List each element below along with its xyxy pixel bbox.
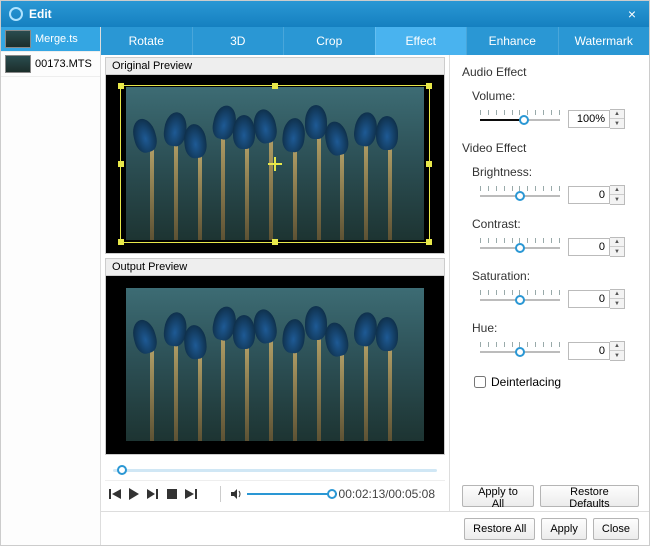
spin-down[interactable]: ▼ xyxy=(610,351,624,360)
file-name: Merge.ts xyxy=(35,33,78,45)
spin-down[interactable]: ▼ xyxy=(610,299,624,308)
hue-label: Hue: xyxy=(472,321,639,335)
file-name: 00173.MTS xyxy=(35,58,92,70)
spin-up[interactable]: ▲ xyxy=(610,342,624,351)
timeline-slider[interactable] xyxy=(107,463,443,476)
spin-down[interactable]: ▼ xyxy=(610,195,624,204)
video-effect-title: Video Effect xyxy=(462,141,639,155)
next-button[interactable] xyxy=(183,485,200,503)
deinterlacing-checkbox[interactable] xyxy=(474,376,486,388)
volume-effect-slider[interactable] xyxy=(480,110,560,128)
volume-spinner[interactable]: ▲▼ xyxy=(568,109,625,129)
video-frame xyxy=(126,87,423,240)
window-title: Edit xyxy=(29,7,623,21)
file-thumb xyxy=(5,30,31,48)
brightness-slider[interactable] xyxy=(480,186,560,204)
contrast-label: Contrast: xyxy=(472,217,639,231)
volume-icon[interactable] xyxy=(227,485,247,503)
hue-value[interactable] xyxy=(568,342,610,360)
brightness-label: Brightness: xyxy=(472,165,639,179)
brightness-spinner[interactable]: ▲▼ xyxy=(568,185,625,205)
hue-slider[interactable] xyxy=(480,342,560,360)
tab-3d[interactable]: 3D xyxy=(192,27,284,55)
contrast-slider[interactable] xyxy=(480,238,560,256)
step-button[interactable] xyxy=(145,485,162,503)
title-bar: Edit × xyxy=(1,1,649,27)
timeline-thumb[interactable] xyxy=(117,465,127,475)
tab-rotate[interactable]: Rotate xyxy=(101,27,192,55)
output-preview xyxy=(105,276,445,455)
close-icon[interactable]: × xyxy=(623,6,641,22)
time-display: 00:02:13/00:05:08 xyxy=(339,487,444,501)
file-item-00173[interactable]: 00173.MTS xyxy=(1,52,100,77)
tab-watermark[interactable]: Watermark xyxy=(558,27,650,55)
deinterlacing-label: Deinterlacing xyxy=(491,375,561,389)
restore-defaults-button[interactable]: Restore Defaults xyxy=(540,485,639,507)
prev-button[interactable] xyxy=(107,485,124,503)
tab-enhance[interactable]: Enhance xyxy=(466,27,558,55)
video-frame xyxy=(126,288,423,441)
original-preview-label: Original Preview xyxy=(105,57,445,75)
apply-to-all-button[interactable]: Apply to All xyxy=(462,485,534,507)
tab-bar: Rotate 3D Crop Effect Enhance Watermark xyxy=(101,27,649,55)
hue-spinner[interactable]: ▲▼ xyxy=(568,341,625,361)
saturation-spinner[interactable]: ▲▼ xyxy=(568,289,625,309)
saturation-label: Saturation: xyxy=(472,269,639,283)
close-button[interactable]: Close xyxy=(593,518,639,540)
footer: Restore All Apply Close xyxy=(101,511,649,545)
brightness-value[interactable] xyxy=(568,186,610,204)
spin-up[interactable]: ▲ xyxy=(610,110,624,119)
file-thumb xyxy=(5,55,31,73)
volume-slider[interactable] xyxy=(247,487,337,501)
file-item-merge[interactable]: Merge.ts xyxy=(1,27,100,52)
contrast-spinner[interactable]: ▲▼ xyxy=(568,237,625,257)
app-icon xyxy=(9,7,23,21)
output-preview-label: Output Preview xyxy=(105,258,445,276)
volume-label: Volume: xyxy=(472,89,639,103)
tab-crop[interactable]: Crop xyxy=(283,27,375,55)
play-button[interactable] xyxy=(126,485,143,503)
original-preview xyxy=(105,75,445,254)
playback-controls: 00:02:13/00:05:08 xyxy=(105,480,445,507)
spin-up[interactable]: ▲ xyxy=(610,290,624,299)
spin-up[interactable]: ▲ xyxy=(610,186,624,195)
spin-up[interactable]: ▲ xyxy=(610,238,624,247)
effects-panel: Audio Effect Volume: ▲▼ Video Effect Bri… xyxy=(449,55,649,511)
file-list: Merge.ts 00173.MTS xyxy=(1,27,101,545)
apply-button[interactable]: Apply xyxy=(541,518,587,540)
tab-effect[interactable]: Effect xyxy=(375,27,467,55)
stop-button[interactable] xyxy=(164,485,181,503)
spin-down[interactable]: ▼ xyxy=(610,247,624,256)
audio-effect-title: Audio Effect xyxy=(462,65,639,79)
saturation-value[interactable] xyxy=(568,290,610,308)
saturation-slider[interactable] xyxy=(480,290,560,308)
volume-value[interactable] xyxy=(568,110,610,128)
spin-down[interactable]: ▼ xyxy=(610,119,624,128)
restore-all-button[interactable]: Restore All xyxy=(464,518,535,540)
contrast-value[interactable] xyxy=(568,238,610,256)
